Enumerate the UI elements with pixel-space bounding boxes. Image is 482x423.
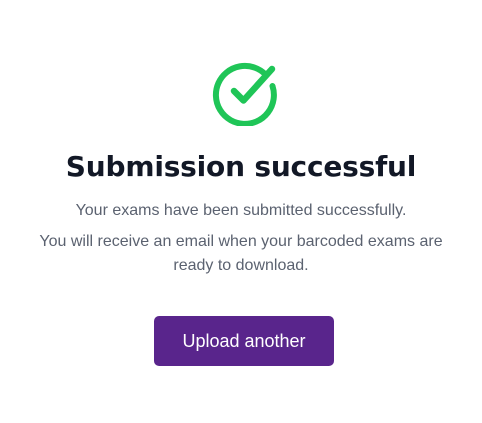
email-notice-line-1: You will receive an email when your barc…: [39, 233, 443, 250]
check-circle-icon: [212, 62, 277, 127]
success-message: Your exams have been submitted successfu…: [75, 202, 407, 219]
page-title: Submission successful: [65, 150, 417, 183]
success-check-icon: [211, 58, 279, 127]
upload-another-button[interactable]: Upload another: [154, 316, 334, 366]
email-notice-line-2: ready to download.: [173, 257, 309, 274]
submission-success-page: Submission successful Your exams have be…: [0, 0, 482, 423]
